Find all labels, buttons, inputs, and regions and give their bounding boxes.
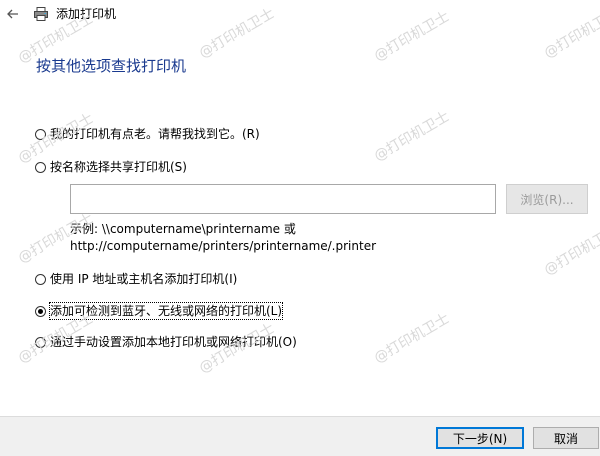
option-bluetooth-wireless[interactable]: 添加可检测到蓝牙、无线或网络的打印机(L) xyxy=(35,302,284,320)
example-line-1: 示例: \\computername\printername 或 xyxy=(70,222,296,236)
back-button[interactable] xyxy=(4,5,22,23)
option-old-printer[interactable]: 我的打印机有点老。请帮我找到它。(R) xyxy=(35,125,260,143)
printer-name-input[interactable] xyxy=(70,184,496,214)
back-arrow-icon xyxy=(7,9,18,19)
cancel-button[interactable]: 取消 xyxy=(533,427,599,449)
browse-button[interactable]: 浏览(R)... xyxy=(506,184,588,214)
option-shared-printer[interactable]: 按名称选择共享打印机(S) xyxy=(35,158,187,176)
radio-bluetooth-wireless[interactable] xyxy=(35,305,46,317)
radio-manual-setup[interactable] xyxy=(35,336,46,348)
watermark: @打印机卫士 xyxy=(371,108,453,165)
watermark: @打印机卫士 xyxy=(371,310,453,367)
next-button[interactable]: 下一步(N) xyxy=(436,427,524,449)
option-shared-printer-label: 按名称选择共享打印机(S) xyxy=(50,160,187,174)
watermark: @打印机卫士 xyxy=(541,222,600,279)
example-line-2: http://computername/printers/printername… xyxy=(70,239,377,253)
option-old-printer-label: 我的打印机有点老。请帮我找到它。(R) xyxy=(50,127,260,141)
option-bluetooth-wireless-label: 添加可检测到蓝牙、无线或网络的打印机(L) xyxy=(48,302,284,320)
option-ip-address-label: 使用 IP 地址或主机名添加打印机(I) xyxy=(50,272,238,286)
example-text: 示例: \\computername\printername 或 http://… xyxy=(70,221,376,255)
window-title: 添加打印机 xyxy=(56,7,117,21)
option-ip-address[interactable]: 使用 IP 地址或主机名添加打印机(I) xyxy=(35,270,237,288)
option-manual-setup-label: 通过手动设置添加本地打印机或网络打印机(O) xyxy=(50,335,297,349)
radio-ip-address[interactable] xyxy=(35,273,46,285)
printer-icon xyxy=(34,7,48,21)
page-heading: 按其他选项查找打印机 xyxy=(36,57,187,75)
radio-old-printer[interactable] xyxy=(35,128,46,140)
radio-shared-printer[interactable] xyxy=(35,161,46,173)
title-bar: 添加打印机 xyxy=(0,0,600,28)
option-manual-setup[interactable]: 通过手动设置添加本地打印机或网络打印机(O) xyxy=(35,333,297,351)
